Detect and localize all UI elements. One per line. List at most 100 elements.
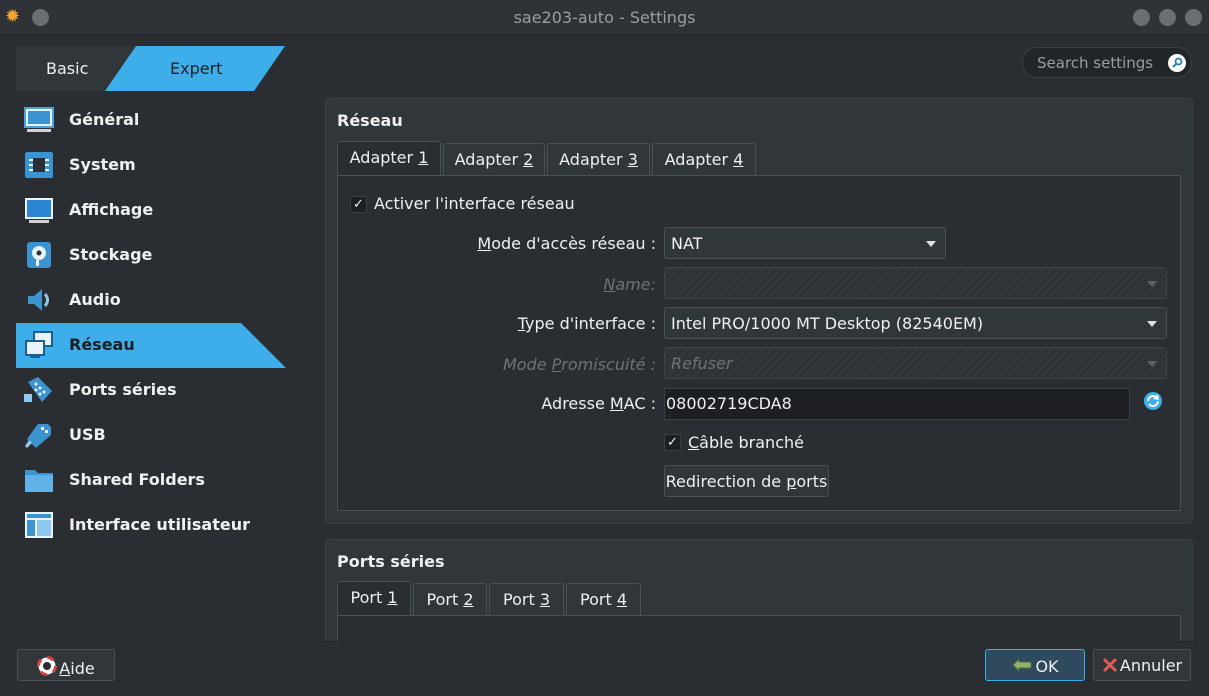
access-mode-select[interactable]: NAT [664,227,946,259]
adapter-pane [337,175,1181,511]
cable-connected-label: Câble branché [688,433,804,452]
mac-address-label: Adresse MAC : [440,394,656,413]
search-icon[interactable] [1168,54,1186,72]
chevron-down-icon [1147,281,1157,287]
label-mnemonic: M [609,394,624,413]
tab-port-2[interactable]: Port 2 [413,583,487,615]
label-mnemonic: M [477,234,492,253]
close-icon[interactable] [1185,9,1202,26]
label-text: romiscuité : [561,355,656,374]
label-text: ype d'interface : [525,314,656,333]
user-interface-icon [25,512,53,538]
audio-icon [28,289,49,311]
maximize-icon[interactable] [1159,9,1176,26]
shared-folders-icon [25,470,53,492]
tab-label: Adapter [559,150,628,169]
tab-label: Adapter [664,150,734,169]
search-box[interactable] [1022,47,1192,78]
sidebar-item-label: USB [69,425,106,444]
tab-label: Port [426,590,464,609]
enable-interface-checkbox[interactable]: ✓ [350,196,367,213]
usb-icon [25,424,51,448]
help-button[interactable]: Aide [17,649,115,681]
sidebar-item-label: Réseau [69,335,135,354]
ok-button[interactable]: OK [985,649,1085,681]
mode-expert-label: Expert [170,59,223,78]
label-text: AC : [623,394,656,413]
access-mode-label: Mode d'accès réseau : [440,234,656,253]
tab-label-num: 1 [387,588,398,607]
sidebar-item-shared-folders[interactable]: Shared Folders [16,458,286,503]
sidebar-item-label: Audio [69,290,121,309]
tab-label-num: 1 [418,148,429,167]
sidebar-item-label: System [69,155,136,174]
tab-label: Port [503,590,540,609]
sidebar-item-user-interface[interactable]: Interface utilisateur [16,503,286,548]
promiscuous-mode-select: Refuser [664,347,1167,379]
tab-adapter-1[interactable]: Adapter 1 [337,141,441,176]
tab-adapter-2[interactable]: Adapter 2 [443,143,545,175]
chevron-down-icon [1147,361,1157,367]
sidebar-item-label: Stockage [69,245,153,264]
window-title: sae203-auto - Settings [513,8,696,27]
footer-separator [0,641,1209,642]
promiscuous-mode-value: Refuser [671,354,733,373]
sidebar-item-serial-ports[interactable]: Ports séries [16,368,286,413]
network-icon [25,331,53,358]
tab-port-4[interactable]: Port 4 [566,583,641,615]
cable-connected-checkbox[interactable]: ✓ [664,434,681,451]
tab-adapter-3[interactable]: Adapter 3 [547,143,650,175]
mode-expert-tab[interactable]: Expert [105,46,285,91]
sidebar-item-label: Général [69,110,140,129]
promiscuous-mode-label: Mode Promiscuité : [440,355,656,374]
sidebar-item-label: Shared Folders [69,470,205,489]
cancel-button[interactable]: Annuler [1093,649,1191,681]
chevron-down-icon [926,241,936,247]
label-text: âble branché [699,433,804,452]
tab-label: Port [350,588,388,607]
label-mnemonic: T [517,314,526,333]
sidebar-item-network[interactable]: Réseau [16,323,286,368]
label-mnemonic: N [603,275,616,294]
tab-label-num: 2 [523,150,534,169]
adapter-type-value: Intel PRO/1000 MT Desktop (82540EM) [671,314,984,333]
sidebar-item-display[interactable]: Affichage [16,188,286,233]
sidebar-item-label: Affichage [69,200,154,219]
mac-address-input[interactable] [666,394,1106,413]
label-text: Mode [502,355,552,374]
button-mnemonic: A [59,659,71,678]
refresh-mac-icon[interactable] [1143,391,1163,411]
storage-icon [27,242,51,268]
chevron-down-icon [1147,321,1157,327]
tab-label-num: 3 [627,150,638,169]
tab-label: Port [580,590,617,609]
adapter-type-select[interactable]: Intel PRO/1000 MT Desktop (82540EM) [664,307,1167,339]
label-mnemonic: P [551,355,562,374]
minimize-icon[interactable] [1133,9,1150,26]
tab-port-3[interactable]: Port 3 [489,583,564,615]
general-icon [24,107,54,132]
name-select [664,267,1167,299]
label-text: ame: [615,275,656,294]
tab-label: Adapter [349,148,419,167]
sidebar-item-storage[interactable]: Stockage [16,233,286,278]
adapter-type-label: Type d'interface : [440,314,656,333]
button-label: Annuler [1119,656,1183,675]
mac-address-field[interactable] [664,388,1130,420]
sidebar-item-general[interactable]: Général [16,98,286,143]
sidebar-active-bg [16,323,286,368]
tab-adapter-4[interactable]: Adapter 4 [652,143,756,175]
tab-label-num: 2 [463,590,474,609]
tab-label: Adapter [454,150,524,169]
display-icon [25,198,53,223]
sidebar-item-system[interactable]: System [16,143,286,188]
access-mode-value: NAT [671,234,703,253]
sidebar-item-audio[interactable]: Audio [16,278,286,323]
search-input[interactable] [1037,53,1167,73]
tab-port-1[interactable]: Port 1 [337,581,411,616]
network-section-title: Réseau [337,111,403,130]
title-bar: ✹ sae203-auto - Settings [0,0,1209,35]
port-forwarding-button[interactable]: Redirection de ports [664,465,829,497]
button-label: Redirection de [665,472,787,491]
sidebar-item-usb[interactable]: USB [16,413,286,458]
